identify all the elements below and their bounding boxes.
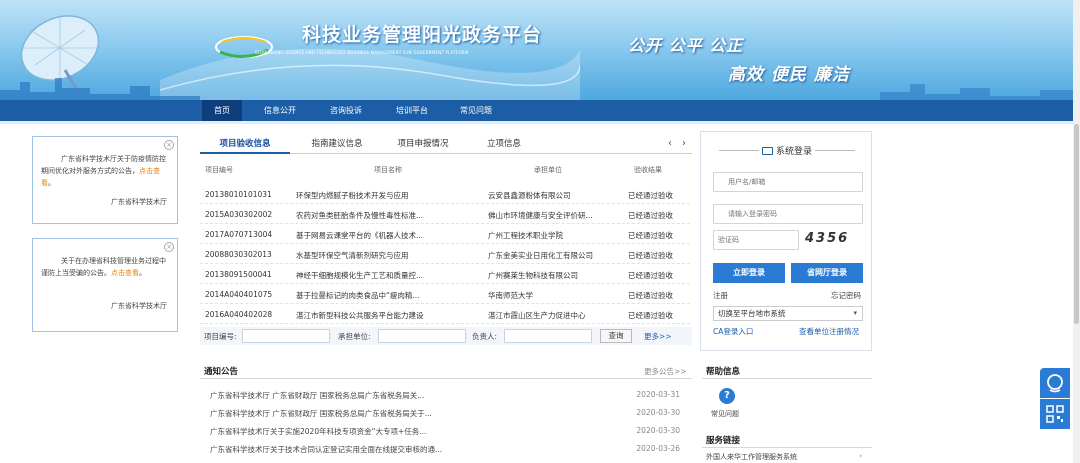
- column-header-code: 项目编号: [205, 166, 233, 174]
- chevron-right-icon: ›: [859, 452, 862, 460]
- column-header-name: 项目名称: [374, 166, 402, 174]
- nav-shadow-strip: [0, 121, 1080, 124]
- divider: [702, 378, 872, 379]
- notice-link[interactable]: 点击查看: [111, 269, 139, 277]
- main-nav: 首页 信息公开 咨询投诉 培训平台 常见问题: [0, 100, 1080, 121]
- close-icon[interactable]: ×: [164, 140, 174, 150]
- notice-body: 关于在办理省科技管理业务过程中谨防上当受骗的公告。点击查看。: [41, 257, 166, 277]
- divider: [200, 378, 692, 379]
- service-link-item[interactable]: 外国人来华工作管理服务系统 ›: [706, 452, 866, 462]
- register-link[interactable]: 注册: [713, 290, 728, 301]
- table-row[interactable]: 20138091500041 神经干细胞规模化生产工艺和质量控... 广州赛莱生…: [200, 264, 690, 284]
- column-header-unit: 承担单位: [534, 166, 562, 174]
- filter-unit-label: 承担单位:: [338, 332, 371, 341]
- qr-code-icon[interactable]: [1040, 399, 1070, 429]
- site-subtitle: GUANGDONG SCIENCE AND TECHNOLOGY BUSINES…: [255, 50, 469, 55]
- project-filter-bar: 项目编号: 承担单位: 负责人: 查询 更多>>: [200, 327, 692, 345]
- divider: [702, 447, 872, 448]
- list-item[interactable]: 广东省科学技术厅关于技术合同认定登记实用全面在线提交审核的通... 2020-0…: [210, 440, 680, 458]
- person-input[interactable]: [504, 329, 592, 343]
- nav-item-info-public[interactable]: 信息公开: [256, 100, 304, 121]
- login-button[interactable]: 立即登录: [713, 263, 785, 283]
- tab-acceptance-info[interactable]: 项目验收信息: [200, 136, 290, 154]
- tab-guide-suggestions[interactable]: 指南建议信息: [300, 136, 374, 154]
- chevron-down-icon: ▾: [853, 309, 857, 317]
- help-title: 帮助信息: [706, 367, 741, 377]
- site-title: 科技业务管理阳光政务平台: [302, 24, 543, 46]
- nav-item-faq[interactable]: 常见问题: [452, 100, 500, 121]
- unit-registration-link[interactable]: 查看单位注册情况: [799, 326, 859, 337]
- slogan-line-2: 高效 便民 廉洁: [728, 65, 850, 85]
- notice-signature: 广东省科学技术厅: [111, 302, 167, 310]
- captcha-image[interactable]: 4356: [805, 231, 865, 249]
- city-system-select[interactable]: 切换至平台地市系统 ▾: [713, 306, 863, 321]
- nav-item-home[interactable]: 首页: [202, 100, 242, 121]
- list-item[interactable]: 广东省科学技术厅 广东省财政厅 国家税务总局广东省税务局关... 2020-03…: [210, 386, 680, 404]
- filter-code-label: 项目编号:: [204, 332, 237, 341]
- more-announcements-link[interactable]: 更多公告>>: [644, 366, 687, 377]
- question-icon[interactable]: ?: [719, 388, 735, 404]
- hall-login-button[interactable]: 省网厅登录: [791, 263, 863, 283]
- slogan-line-1: 公开 公平 公正: [628, 36, 744, 55]
- monitor-icon: [761, 147, 773, 155]
- close-icon[interactable]: ×: [164, 242, 174, 252]
- search-button[interactable]: 查询: [600, 329, 632, 343]
- password-input[interactable]: [713, 204, 863, 224]
- notice-body: 广东省科学技术厅关于防疫情防控期间优化对外服务方式的公告，点击查看。: [41, 155, 166, 187]
- logo-icon: [215, 36, 273, 58]
- service-links-title: 服务链接: [706, 436, 741, 446]
- faq-link[interactable]: 常见问题: [711, 409, 739, 419]
- header-banner: 科技业务管理阳光政务平台 GUANGDONG SCIENCE AND TECHN…: [0, 0, 1080, 100]
- customer-service-icon[interactable]: [1040, 368, 1070, 398]
- tab-approval-info[interactable]: 立项信息: [472, 136, 536, 154]
- nav-item-consult[interactable]: 咨询投诉: [322, 100, 370, 121]
- project-code-input[interactable]: [242, 329, 330, 343]
- table-row[interactable]: 2015A030302002 农药对鱼类胚胎条件及慢性毒性标准... 佛山市环境…: [200, 204, 690, 224]
- chevron-left-icon[interactable]: ‹: [668, 138, 672, 149]
- chevron-right-icon[interactable]: ›: [682, 138, 686, 149]
- project-tabs: 项目验收信息 指南建议信息 项目申报情况 立项信息 ‹ ›: [200, 136, 692, 154]
- notice-signature: 广东省科学技术厅: [111, 198, 167, 206]
- notice-card-2: × 关于在办理省科技管理业务过程中谨防上当受骗的公告。点击查看。 广东省科学技术…: [32, 238, 178, 332]
- table-row[interactable]: 20088030302013 水基型环保空气清新剂研究与应用 广东金美实业日用化…: [200, 244, 690, 264]
- unit-input[interactable]: [378, 329, 466, 343]
- table-row[interactable]: 20138010101031 环保型内燃腻子粉技术开发与应用 云安县鑫源粉体有限…: [200, 184, 690, 204]
- notice-card-1: × 广东省科学技术厅关于防疫情防控期间优化对外服务方式的公告，点击查看。 广东省…: [32, 136, 178, 224]
- ca-login-link[interactable]: CA登录入口: [713, 326, 753, 337]
- nav-item-training[interactable]: 培训平台: [388, 100, 436, 121]
- login-panel: 系统登录 ☐ ☐ 4356 立即登录 省网厅登录 注册 忘记密码 切换至平台地市…: [700, 131, 872, 351]
- table-row[interactable]: 2014A040401075 基于拉曼标记的肉类食品中“瘦肉精... 华南师范大…: [200, 284, 690, 304]
- announcements-title: 通知公告: [204, 367, 239, 377]
- table-row[interactable]: 2016A040402028 湛江市新型科技公共服务平台能力建设 湛江市霞山区生…: [200, 304, 690, 324]
- filter-person-label: 负责人:: [472, 332, 498, 341]
- tab-declaration-status[interactable]: 项目申报情况: [386, 136, 460, 154]
- divider: [815, 150, 855, 151]
- list-item[interactable]: 广东省科学技术厅 广东省财政厅 国家税务总局广东省税务局关于... 2020-0…: [210, 404, 680, 422]
- column-header-result: 验收结果: [634, 166, 662, 174]
- captcha-input[interactable]: [713, 230, 799, 250]
- username-input[interactable]: [713, 172, 863, 192]
- more-projects-link[interactable]: 更多>>: [644, 331, 672, 342]
- scrollbar-thumb[interactable]: [1074, 124, 1079, 324]
- table-row[interactable]: 2017A070713004 基于网易云课堂平台的《机器人技术... 广州工程技…: [200, 224, 690, 244]
- forgot-password-link[interactable]: 忘记密码: [831, 290, 861, 301]
- list-item[interactable]: 广东省科学技术厅关于实施2020年科技专项资金“大专项+任务... 2020-0…: [210, 422, 680, 440]
- city-skyline-graphic: [0, 78, 1080, 100]
